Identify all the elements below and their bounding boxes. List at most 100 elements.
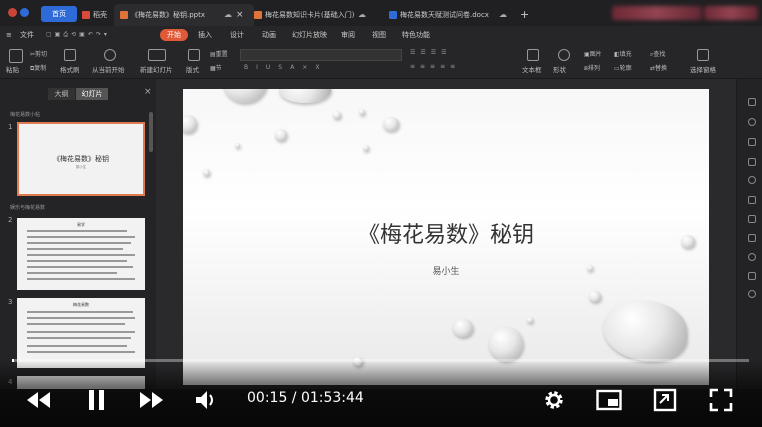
sidebar-scrollbar[interactable] [149,112,153,152]
blurred-user-area [612,6,702,20]
tab-label: 《梅花易数》秘钥.pptx [131,11,205,19]
hamburger-icon[interactable]: ≡ [6,29,12,41]
theater-mode-icon[interactable] [653,388,677,412]
select-pane-icon[interactable] [697,49,709,61]
select-pane-label: 选择窗格 [690,66,716,74]
quick-access-icons[interactable]: ▢▣⎙⟲▣↶↷▾ [46,29,110,41]
cloud-icon: ☁ [224,10,232,19]
font-name-select[interactable] [240,49,402,61]
rewind-icon[interactable] [26,390,52,410]
copy-button[interactable]: ⧉复制 [30,63,46,73]
chart-icon[interactable] [748,158,756,166]
reset-button[interactable]: ▤重置 [210,49,228,58]
play-current-label: 从当前开始 [92,66,125,74]
fullscreen-icon[interactable] [709,388,733,412]
water-drop [527,317,533,323]
progress-track[interactable] [12,359,749,362]
slide-thumbnail-2[interactable]: 易学 [17,218,145,290]
water-drop [453,319,473,337]
water-drop [359,109,365,115]
tab-pptx[interactable]: 《梅花易数》秘钥.pptx ☁ × [114,4,254,26]
new-slide-icon[interactable] [148,49,166,61]
transition-icon[interactable] [748,176,756,184]
picture-button[interactable]: ▣图片 [584,49,602,58]
layout-label: 版式 [186,66,199,74]
slide-thumbnail-1[interactable]: 《梅花易数》秘钥 易小生 [17,122,145,196]
cloud-icon: ☁ [499,10,507,19]
property-icon[interactable] [748,98,756,106]
export-icon[interactable] [748,272,756,280]
slide-number: 1 [8,123,13,131]
menu-view[interactable]: 视图 [372,29,386,41]
tab-knowledge-card[interactable]: 梅花易数知识卡片(基础入门) ☁ [254,4,384,26]
sort-icon[interactable] [748,215,756,223]
tab-docx[interactable]: 梅花易数天赋测试问卷.docx ☁ [389,4,515,26]
settings-icon[interactable] [748,234,756,242]
replace-button[interactable]: ⇄替换 [650,63,667,72]
object-icon[interactable] [748,138,756,146]
arrange-button[interactable]: ⧈排列 [584,63,600,73]
menu-file[interactable]: 文件 [20,29,34,41]
slide-thumbnail-3[interactable]: 梅花易数 [17,298,145,368]
layout-icon[interactable] [188,49,200,61]
menu-special[interactable]: 特色功能 [402,29,430,41]
close-panel-icon[interactable]: × [144,87,152,97]
new-slide-label: 新建幻灯片 [140,66,173,74]
picture-in-picture-icon[interactable] [596,389,622,411]
water-drop [183,115,197,133]
section-header[interactable]: 娱乐与梅花易数 [10,204,45,211]
window-minimize-dot[interactable] [20,8,29,17]
textbox-icon[interactable] [527,49,539,61]
slide-canvas[interactable]: 《梅花易数》秘钥 易小生 [183,89,709,385]
font-style-buttons[interactable]: BIUSA×X [244,64,327,71]
history-icon[interactable] [748,253,756,261]
tab-label: 稻壳 [93,11,107,19]
menu-row: ≡ 文件 ▢▣⎙⟲▣↶↷▾ 开始 插入 设计 动画 幻灯片放映 审阅 视图 特色… [0,26,762,44]
doc-file-icon [389,11,397,19]
water-drop [363,145,369,151]
tab-outline[interactable]: 大纲 [48,88,75,100]
volume-icon[interactable] [194,389,220,411]
menu-slideshow[interactable]: 幻灯片放映 [292,29,327,41]
menu-review[interactable]: 审阅 [341,29,355,41]
gear-icon[interactable] [542,388,566,412]
menu-insert[interactable]: 插入 [198,29,212,41]
fill-button[interactable]: ◧填充 [614,49,632,58]
tab-bar: 首页 稻壳 《梅花易数》秘钥.pptx ☁ × 梅花易数知识卡片(基础入门) ☁… [0,0,762,26]
progress-fill [12,359,14,362]
shape-icon[interactable] [558,49,570,61]
paste-label: 粘贴 [6,66,19,74]
play-icon[interactable] [104,49,116,61]
format-painter-icon[interactable] [64,49,76,61]
time-display: 00:15 / 01:53:44 [247,390,364,406]
textbox-label: 文本框 [522,66,542,74]
section-header[interactable]: 梅花易数小帖 [10,111,40,118]
tab-slides[interactable]: 幻灯片 [76,88,108,100]
water-drop [279,89,331,103]
fast-forward-icon[interactable] [138,390,164,410]
section-button[interactable]: ▦节 [210,63,222,72]
close-tab-icon[interactable]: × [236,4,244,26]
menu-design[interactable]: 设计 [230,29,244,41]
paste-icon[interactable] [9,49,23,63]
tab-docer[interactable]: 稻壳 [82,4,112,26]
new-tab-button[interactable]: + [520,4,532,26]
slide-title[interactable]: 《梅花易数》秘钥 [183,217,709,249]
slide-subtitle[interactable]: 易小生 [183,264,709,277]
animation-icon[interactable] [748,118,756,126]
paragraph-buttons[interactable]: ☰☰☰☰ [410,49,452,56]
align-buttons[interactable]: ≡≡≡≡≡ [410,63,460,70]
window-close-dot[interactable] [8,8,17,17]
copy-icon[interactable] [748,196,756,204]
outline-button[interactable]: ▭轮廓 [614,63,632,72]
find-button[interactable]: ⌕查找 [650,49,665,59]
menu-animation[interactable]: 动画 [262,29,276,41]
ppt-file-icon [254,11,262,19]
menu-home[interactable]: 开始 [160,29,188,41]
tab-home[interactable]: 首页 [41,6,77,22]
tab-label: 梅花易数知识卡片(基础入门) [265,11,355,19]
help-icon[interactable] [748,290,756,298]
docer-icon [82,11,90,19]
cut-button[interactable]: ✂剪切 [30,49,47,58]
pause-icon[interactable] [88,389,106,411]
